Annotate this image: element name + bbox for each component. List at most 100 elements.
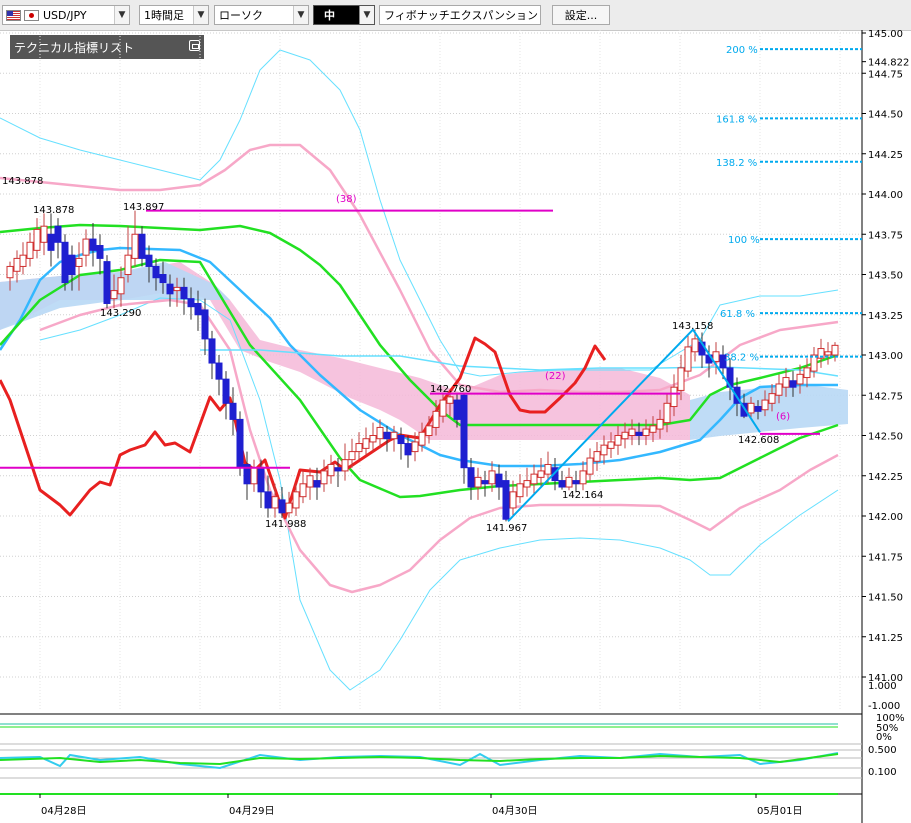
axis-price-label: 144.50 [868,110,903,121]
candle-up [691,338,699,353]
candle-down [635,431,643,436]
chart-style-value: ローソク [219,9,263,22]
settings-button[interactable]: 設定... [552,5,610,25]
fibonacci-level-label: 38.2 % [724,353,759,364]
candle-down [96,245,104,259]
candle-up [26,241,34,259]
candle-down [460,394,468,469]
candle-up [649,425,657,433]
line-width-select[interactable]: 中 ▼ [313,5,375,25]
timeframe-select[interactable]: 1時間足 ▼ [139,5,209,25]
candle-up [747,402,755,414]
axis-price-label: 142.75 [868,391,903,402]
time-axis-label: 04月29日 [229,805,274,817]
candle-up [327,463,335,477]
candle-up [593,451,601,462]
candle-up [642,428,650,436]
candle-down [138,233,146,259]
candle-up [782,377,790,388]
price-annotation: 143.290 [100,308,141,319]
symbol-value: USD/JPY [43,8,87,22]
candle-down [495,473,503,488]
candle-up [614,435,622,446]
axis-price-label: 143.00 [868,351,903,362]
axis-price-label: 144.00 [868,190,903,201]
axis-price-label: 141.50 [868,593,903,604]
axis-price-label: 141.75 [868,552,903,563]
candle-down [236,418,244,469]
drawing-tool-field[interactable]: フィボナッチエクスパンション [379,5,541,25]
candle-up [75,257,83,267]
time-axis-label: 04月28日 [41,805,86,817]
candle-up [432,410,440,428]
sub-axis-label: 0.100 [868,767,897,778]
candle-down [152,265,160,279]
candle-up [670,386,678,408]
candle-down [103,261,111,304]
sub-axis-label: 0.500 [868,745,897,756]
axis-price-label: 143.50 [868,271,903,282]
candle-up [292,491,300,509]
candle-up [369,435,377,443]
time-axis-label: 04月30日 [492,805,537,817]
price-annotation: 141.967 [486,523,527,534]
axis-price-label: 145.00 [868,30,903,40]
candle-up [439,399,447,417]
candle-up [488,470,496,485]
candle-up [19,254,27,267]
candle-up [285,502,293,514]
candle-down [194,302,202,316]
chevron-down-icon[interactable]: ▼ [293,6,308,24]
candle-up [677,367,685,391]
candle-down [789,380,797,388]
chevron-down-icon[interactable]: ▼ [359,6,374,24]
candle-up [523,480,531,488]
candle-up [803,367,811,379]
candle-up [299,483,307,498]
candle-up [271,496,279,509]
line-width-value: 中 [324,9,335,22]
drawing-tool-value: フィボナッチエクスパンション [384,9,538,22]
candle-down [453,399,461,420]
candle-down [180,286,188,300]
candle-up [173,286,181,292]
candle-down [264,491,272,509]
price-annotation: 142.164 [562,490,603,501]
candle-down [89,238,97,251]
candle-up [474,476,482,488]
candle-up [600,444,608,456]
candle-up [110,290,118,300]
axis-price-label: 143.75 [868,230,903,241]
candle-up [320,470,328,485]
chevron-down-icon[interactable]: ▼ [193,6,208,24]
fibonacci-level-label: 100 % [728,235,760,246]
chart-style-select[interactable]: ローソク ▼ [214,5,309,25]
bar-count-label: (38) [336,194,357,205]
bar-count-label: (6) [776,411,790,422]
candle-down [208,338,216,364]
candle-up [761,399,769,411]
candle-up [579,470,587,485]
axis-price-label: 142.50 [868,432,903,443]
price-axis: 145.00 144.822144.75 144.50 144.25 144.00 143… [862,30,909,778]
candle-down [145,254,153,267]
candle-up [33,228,41,251]
chevron-down-icon[interactable]: ▼ [114,6,129,24]
price-chart[interactable]: 200 % 161.8 % 138.2 % 100 % 61.8 % 38.2 % (38)… [0,30,911,823]
time-axis: 04月28日 04月29日 04月30日 05月01日 [39,794,802,817]
candle-up [250,467,258,485]
candle-up [425,425,433,436]
candle-down [201,309,209,340]
candle-up [824,351,832,356]
candle-up [124,254,132,275]
axis-price-label: 143.25 [868,311,903,322]
candle-down [159,274,167,284]
axis-price-label: 142.00 [868,512,903,523]
symbol-select[interactable]: USD/JPY ▼ [2,5,130,25]
candle-down [215,362,223,380]
candle-down [278,499,286,514]
price-annotation: 143.878 [2,176,43,187]
candle-down [397,435,405,445]
candle-up [831,344,839,356]
candle-up [663,402,671,424]
